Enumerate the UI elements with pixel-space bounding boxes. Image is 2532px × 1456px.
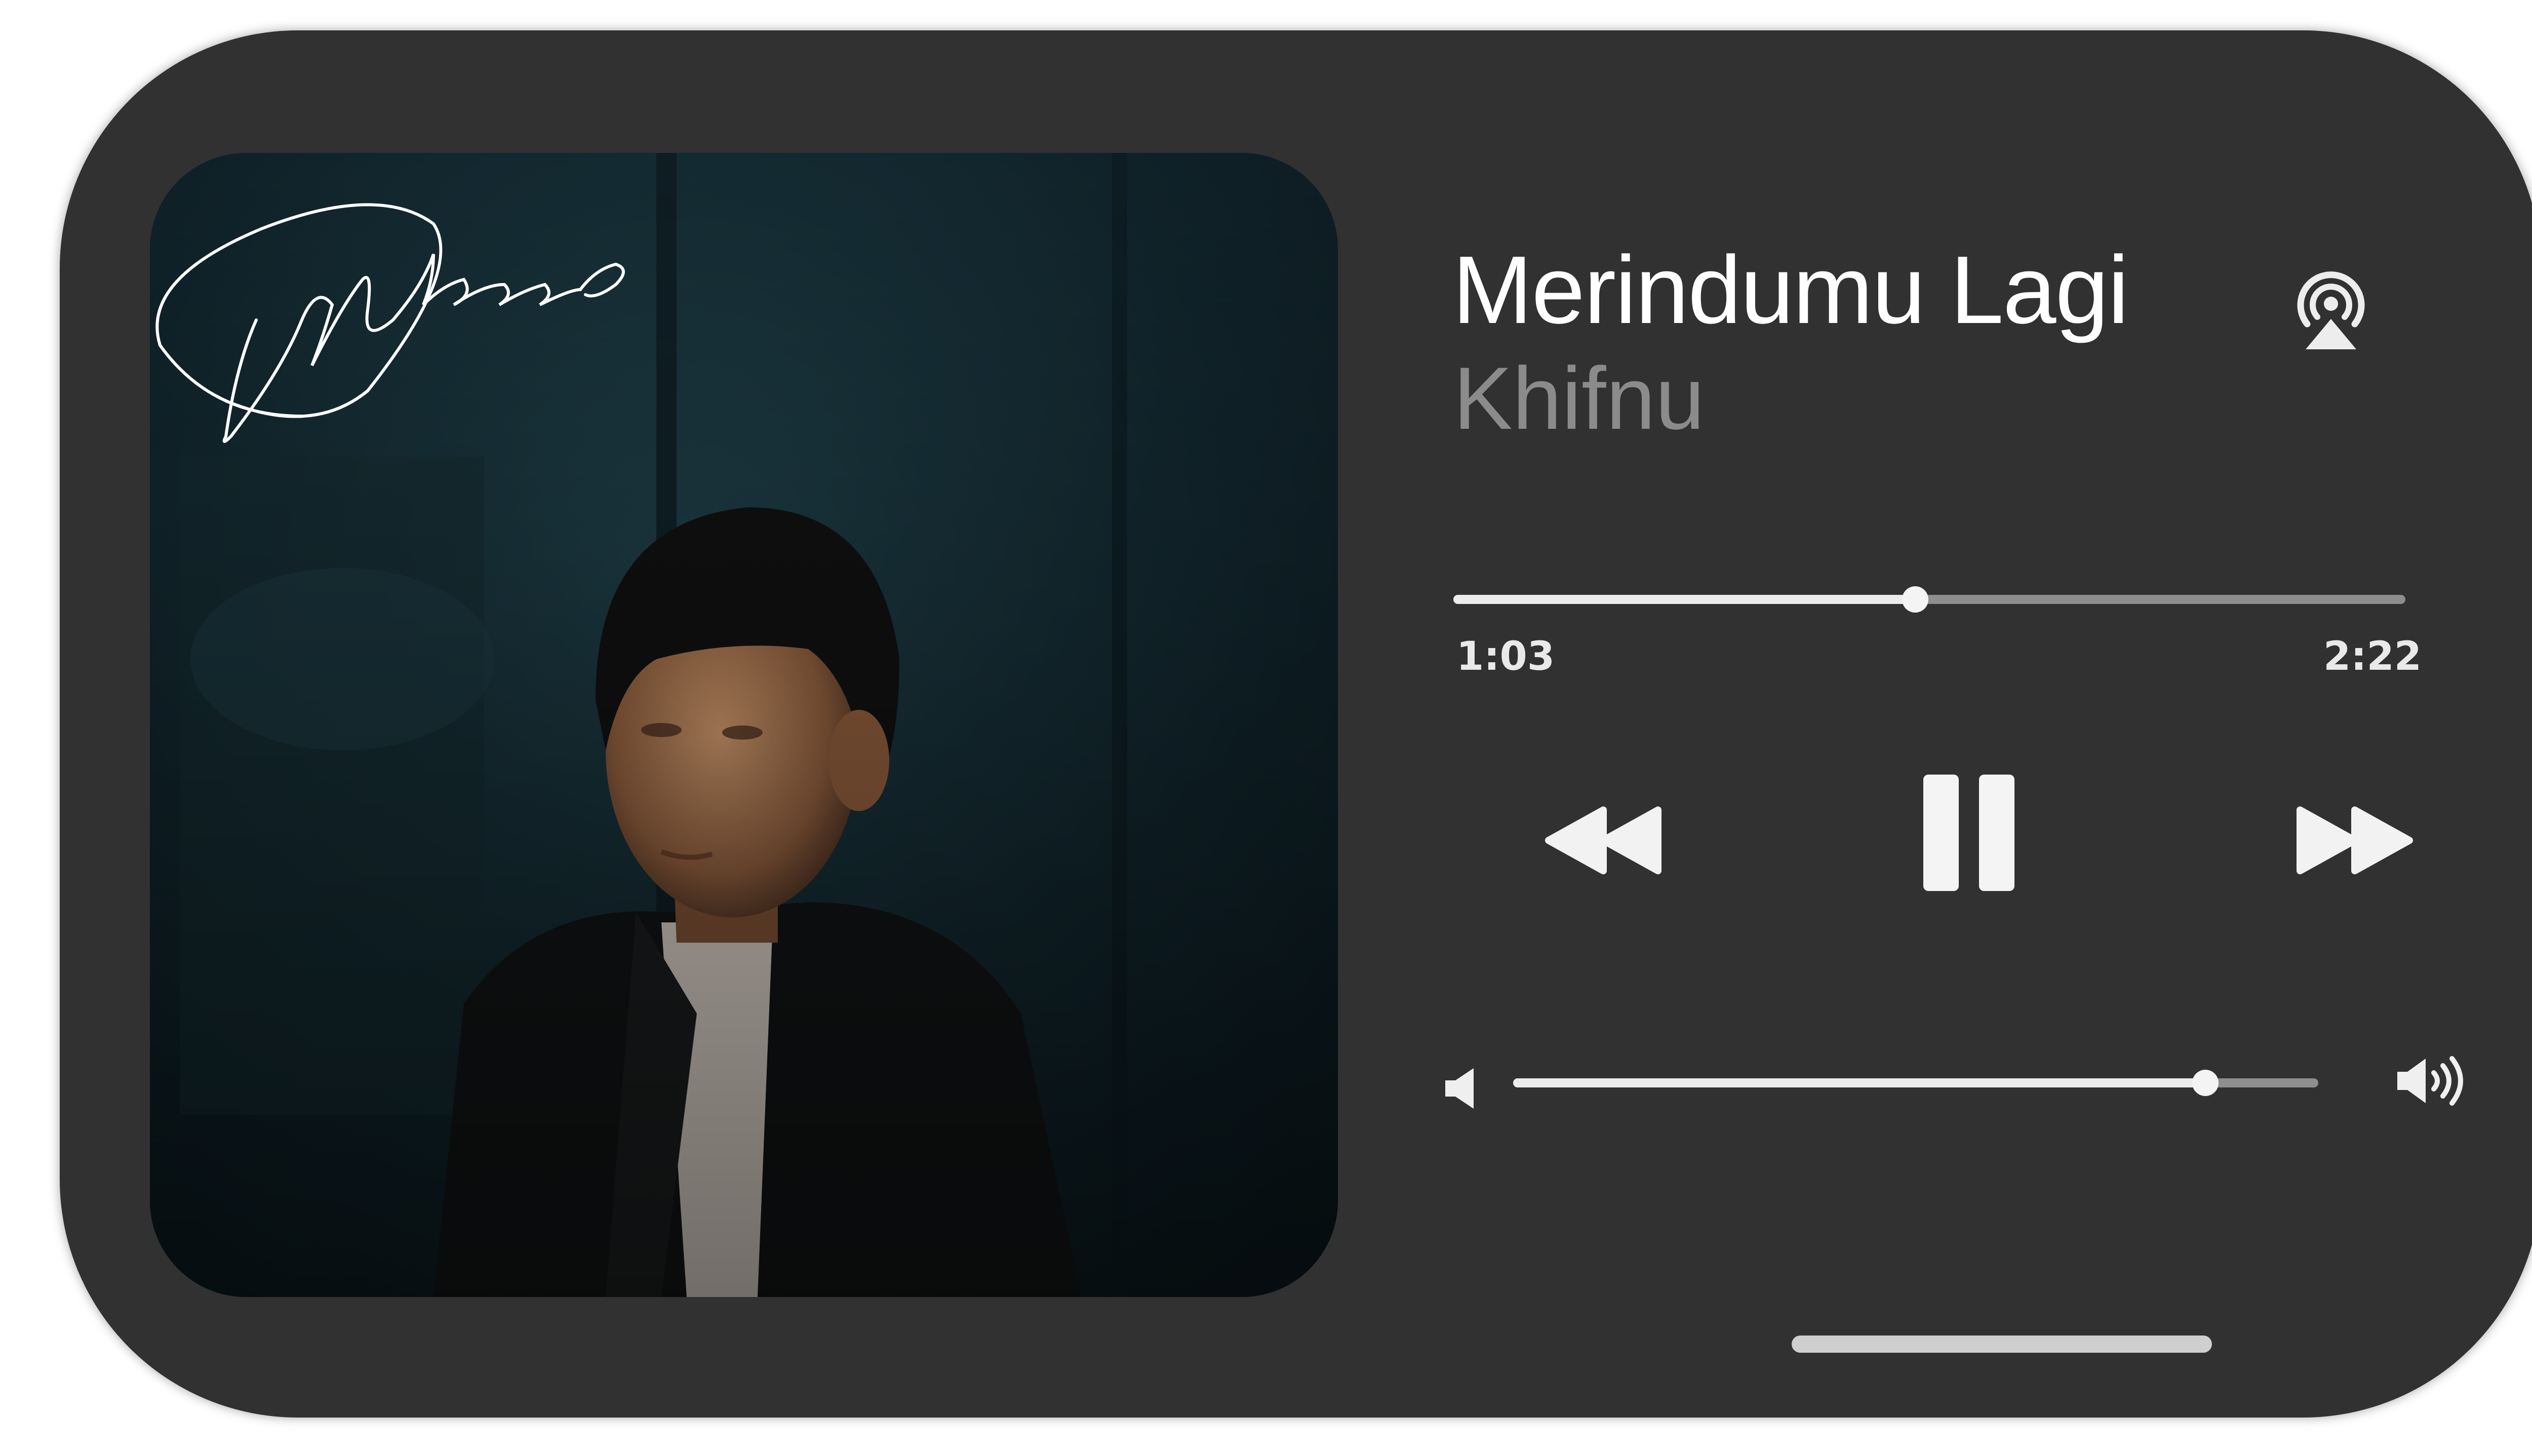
volume-max-button[interactable] bbox=[2394, 1050, 2470, 1111]
speaker-low-icon bbox=[1445, 1068, 1474, 1109]
speaker-high-icon bbox=[2397, 1056, 2463, 1106]
volume-knob[interactable] bbox=[2192, 1070, 2219, 1096]
rewind-icon bbox=[1545, 806, 1661, 874]
volume-min-button[interactable] bbox=[1442, 1063, 1483, 1114]
playback-progress-slider[interactable] bbox=[1453, 577, 2405, 623]
home-indicator[interactable] bbox=[1792, 1336, 2212, 1353]
progress-knob[interactable] bbox=[1902, 586, 1928, 613]
airplay-button[interactable] bbox=[2293, 268, 2369, 354]
artist-name[interactable]: Khifnu bbox=[1453, 354, 1705, 443]
rewind-button[interactable] bbox=[1544, 800, 1665, 881]
progress-fill bbox=[1453, 595, 1915, 604]
elapsed-time: 1:03 bbox=[1456, 634, 1555, 679]
fast-forward-icon bbox=[2297, 806, 2413, 874]
album-artwork[interactable] bbox=[150, 153, 1338, 1297]
pause-button[interactable] bbox=[1913, 759, 2025, 906]
volume-slider[interactable] bbox=[1513, 1061, 2318, 1106]
volume-fill bbox=[1513, 1078, 2206, 1087]
song-title: Merindumu Lagi bbox=[1452, 236, 2129, 344]
total-time: 2:22 bbox=[2323, 634, 2422, 679]
fast-forward-button[interactable] bbox=[2293, 800, 2415, 881]
now-playing-widget: Merindumu Lagi Khifnu 1:03 2:22 bbox=[60, 30, 2532, 1418]
album-artwork-image bbox=[150, 153, 1338, 1297]
airplay-icon bbox=[2297, 271, 2365, 349]
pause-icon bbox=[1923, 775, 2014, 891]
